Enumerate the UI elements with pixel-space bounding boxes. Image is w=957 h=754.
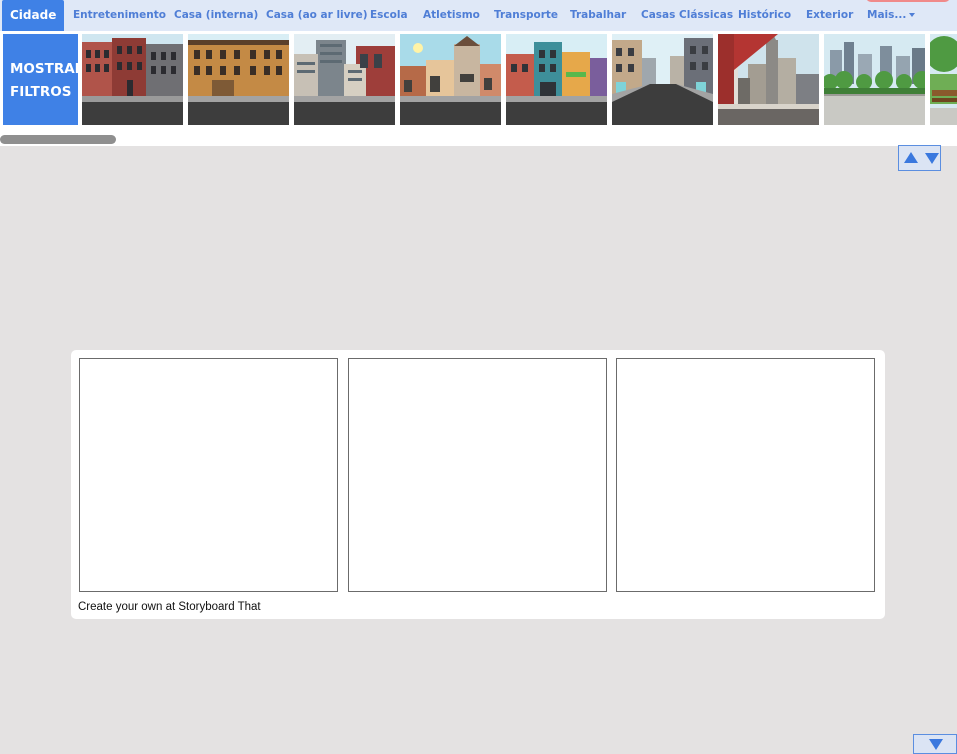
scene-thumbnail-park-bench[interactable] [930, 34, 957, 125]
tab-trabalhar[interactable]: Trabalhar [570, 0, 626, 31]
panel-toggle-controls [898, 145, 941, 171]
storyboard-cell-3[interactable] [616, 358, 875, 592]
storyboard: Create your own at Storyboard That [71, 350, 885, 619]
tab-historico[interactable]: Histórico [738, 0, 791, 31]
horizontal-scrollbar-thumb[interactable] [0, 135, 116, 144]
tab-exterior[interactable]: Exterior [806, 0, 853, 31]
tab-transporte[interactable]: Transporte [494, 0, 558, 31]
arrow-down-icon[interactable] [925, 153, 939, 164]
scene-thumbnail-colorful-storefronts[interactable] [506, 34, 607, 125]
scroll-down-button[interactable] [913, 734, 957, 754]
tab-casa-ao-ar-livre[interactable]: Casa (ao ar livre) [266, 0, 368, 31]
storyboard-cell-1[interactable] [79, 358, 338, 592]
scene-thumbnail-downtown-buildings[interactable] [294, 34, 395, 125]
scene-thumbnail-brick-rowhouses[interactable] [82, 34, 183, 125]
category-tab-bar: Cidade Entretenimento Casa (interna) Cas… [0, 0, 957, 31]
scene-thumbnail-victorian-townhouses[interactable] [188, 34, 289, 125]
tab-escola[interactable]: Escola [370, 0, 408, 31]
arrow-up-icon[interactable] [904, 152, 918, 163]
tab-mais[interactable]: Mais... [867, 0, 916, 31]
tab-atletismo[interactable]: Atletismo [423, 0, 480, 31]
show-filters-button[interactable]: MOSTRAR FILTROS [3, 34, 78, 125]
storyboard-credit: Create your own at Storyboard That [78, 601, 261, 613]
scene-thumbnail-rooftop-park[interactable] [824, 34, 925, 125]
account-button-edge[interactable] [866, 0, 950, 2]
arrow-down-icon [929, 739, 943, 750]
scene-picker-panel: Cidade Entretenimento Casa (interna) Cas… [0, 0, 957, 146]
scene-thumbnail-window-skyline-view[interactable] [718, 34, 819, 125]
tab-casa-interna[interactable]: Casa (interna) [174, 0, 258, 31]
caret-down-icon [909, 13, 916, 17]
tab-casas-classicas[interactable]: Casas Clássicas [641, 0, 733, 31]
scene-thumbnail-city-street-perspective[interactable] [612, 34, 713, 125]
tab-mais-label: Mais... [867, 9, 907, 21]
scene-thumbnail-small-town-shops[interactable] [400, 34, 501, 125]
storyboard-cell-2[interactable] [348, 358, 607, 592]
tab-entretenimento[interactable]: Entretenimento [73, 0, 166, 31]
tab-cidade[interactable]: Cidade [2, 0, 65, 31]
